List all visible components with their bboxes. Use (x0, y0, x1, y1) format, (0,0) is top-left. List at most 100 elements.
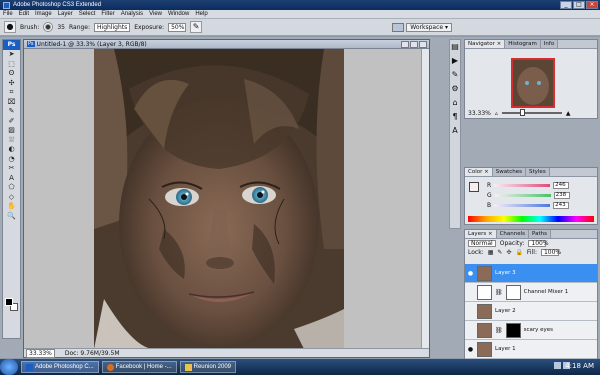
menu-view[interactable]: View (146, 11, 165, 17)
close-button[interactable]: × (586, 1, 598, 9)
tab-navigator[interactable]: Navigator × (465, 40, 506, 48)
visibility-eye-icon[interactable] (467, 308, 474, 315)
screen-mode-icon[interactable] (392, 23, 405, 32)
zoom-in-icon[interactable]: ▲ (566, 110, 571, 117)
network-icon[interactable] (554, 362, 561, 369)
fill-input[interactable]: 100% (540, 249, 561, 256)
type-tool-icon[interactable]: A (3, 174, 20, 184)
canvas-area[interactable] (24, 49, 429, 349)
layer-row-channel-mixer-1[interactable]: ⛓ Channel Mixer 1 (465, 283, 597, 302)
clone-stamp-icon[interactable]: ▨ (3, 126, 20, 136)
lock-position-icon[interactable]: ✣ (506, 249, 511, 256)
blue-channel-slider[interactable] (494, 204, 551, 207)
brushes-panel-icon[interactable]: ✎ (450, 68, 460, 82)
document-title-bar[interactable]: Ps Untitled-1 @ 33.3% (Layer 3, RGB/8) (24, 40, 429, 49)
history-panel-icon[interactable]: ▤ (450, 40, 460, 54)
visibility-eye-icon[interactable] (467, 289, 474, 296)
visibility-eye-icon[interactable] (467, 327, 474, 334)
clone-source-panel-icon[interactable]: ⌂ (450, 96, 460, 110)
layer-row-layer-1[interactable]: ● Layer 1 (465, 340, 597, 359)
minimize-button[interactable]: _ (560, 1, 572, 9)
visibility-eye-icon[interactable]: ● (467, 270, 474, 277)
pen-tool-icon[interactable]: ⬠ (3, 183, 20, 193)
zoom-level-field[interactable]: 33.33% (26, 348, 55, 358)
layer-row-layer-3[interactable]: ● Layer 3 (465, 264, 597, 283)
workspace-button[interactable]: Workspace ▾ (406, 23, 452, 32)
taskbar-clock[interactable]: 4:18 AM (565, 362, 594, 370)
tab-styles[interactable]: Styles (526, 168, 550, 176)
taskbar-facebook[interactable]: Facebook | Home -... (101, 361, 177, 373)
green-channel-value[interactable]: 238 (553, 192, 570, 199)
portrait-photo[interactable] (94, 49, 344, 349)
menu-layer[interactable]: Layer (55, 11, 76, 17)
zoom-out-icon[interactable]: ▵ (495, 110, 498, 117)
hand-tool-icon[interactable]: ✋ (3, 202, 20, 212)
tab-histogram[interactable]: Histogram (505, 40, 541, 48)
lock-transparency-icon[interactable]: ▦ (488, 249, 494, 256)
menu-help[interactable]: Help (192, 11, 210, 17)
tab-layers[interactable]: Layers × (465, 230, 497, 238)
visibility-eye-icon[interactable]: ● (467, 346, 474, 353)
layer-row-layer-2[interactable]: Layer 2 (465, 302, 597, 321)
blend-mode-select[interactable]: Normal (468, 240, 496, 247)
menu-analysis[interactable]: Analysis (118, 11, 146, 17)
magic-wand-tool-icon[interactable]: ✣ (3, 79, 20, 89)
taskbar-photoshop[interactable]: Adobe Photoshop C... (21, 361, 99, 373)
menu-image[interactable]: Image (32, 11, 55, 17)
tab-channels[interactable]: Channels (496, 230, 530, 238)
actions-panel-icon[interactable]: ▶ (450, 54, 460, 68)
menu-select[interactable]: Select (76, 11, 99, 17)
tab-info[interactable]: Info (540, 40, 559, 48)
slice-tool-icon[interactable]: ⌧ (3, 98, 20, 108)
lock-all-icon[interactable]: 🔒 (515, 249, 522, 256)
brush-preview-icon[interactable] (43, 22, 54, 32)
document-vertical-scrollbar[interactable] (421, 49, 429, 349)
menu-edit[interactable]: Edit (16, 11, 32, 17)
zoom-slider-handle[interactable] (519, 109, 525, 116)
menu-file[interactable]: File (0, 11, 16, 17)
tab-paths[interactable]: Paths (529, 230, 551, 238)
document-size-info[interactable]: Doc: 9.76M/39.5M (65, 350, 120, 357)
lasso-tool-icon[interactable]: ʘ (3, 69, 20, 79)
document-minimize-button[interactable] (401, 41, 409, 48)
eraser-tool-icon[interactable]: ◐ (3, 145, 20, 155)
exposure-input[interactable]: 50% (168, 22, 187, 32)
color-spectrum-ramp[interactable] (468, 216, 594, 222)
maximize-button[interactable]: □ (573, 1, 585, 9)
layer-row-scary-eyes[interactable]: ⛓ scary eyes (465, 321, 597, 340)
opacity-input[interactable]: 100% (528, 240, 549, 247)
blue-channel-value[interactable]: 243 (553, 202, 570, 209)
document-close-button[interactable] (419, 41, 427, 48)
navigator-zoom-value[interactable]: 33.33% (468, 110, 491, 117)
lock-image-icon[interactable]: ✎ (497, 249, 502, 256)
brush-tool-icon[interactable]: ✐ (3, 117, 20, 127)
tab-swatches[interactable]: Swatches (492, 168, 526, 176)
red-channel-slider[interactable] (494, 184, 551, 187)
dodge-tool-preset-icon[interactable]: ● (4, 21, 16, 33)
shape-tool-icon[interactable]: ◇ (3, 193, 20, 203)
color-panel-swatch[interactable] (469, 182, 479, 192)
red-channel-value[interactable]: 246 (553, 182, 570, 189)
tab-color[interactable]: Color × (465, 168, 493, 176)
document-maximize-button[interactable] (410, 41, 418, 48)
healing-brush-icon[interactable]: ✎ (3, 107, 20, 117)
zoom-tool-icon[interactable]: 🔍 (3, 212, 20, 222)
gradient-tool-icon[interactable]: ◔ (3, 155, 20, 165)
character-panel-icon[interactable]: A (450, 124, 460, 138)
start-button[interactable] (0, 359, 18, 375)
menu-filter[interactable]: Filter (98, 11, 117, 17)
navigator-zoom-slider[interactable] (501, 109, 562, 116)
marquee-tool-icon[interactable]: ⬚ (3, 60, 20, 70)
move-tool-icon[interactable]: ➤ (3, 50, 20, 60)
airbrush-icon[interactable]: ✎ (190, 21, 203, 33)
tool-presets-panel-icon[interactable]: ⚙ (450, 82, 460, 96)
menu-window[interactable]: Window (165, 11, 192, 17)
foreground-color-swatch[interactable] (5, 298, 13, 306)
navigator-thumbnail[interactable] (511, 58, 555, 108)
range-select[interactable]: Highlights (94, 22, 131, 32)
history-brush-icon[interactable]: ⛆ (3, 136, 20, 146)
taskbar-reunion[interactable]: Reunion 2009 (179, 361, 237, 373)
green-channel-slider[interactable] (494, 194, 551, 197)
paragraph-panel-icon[interactable]: ¶ (450, 110, 460, 124)
dodge-tool-icon[interactable]: ✂ (3, 164, 20, 174)
